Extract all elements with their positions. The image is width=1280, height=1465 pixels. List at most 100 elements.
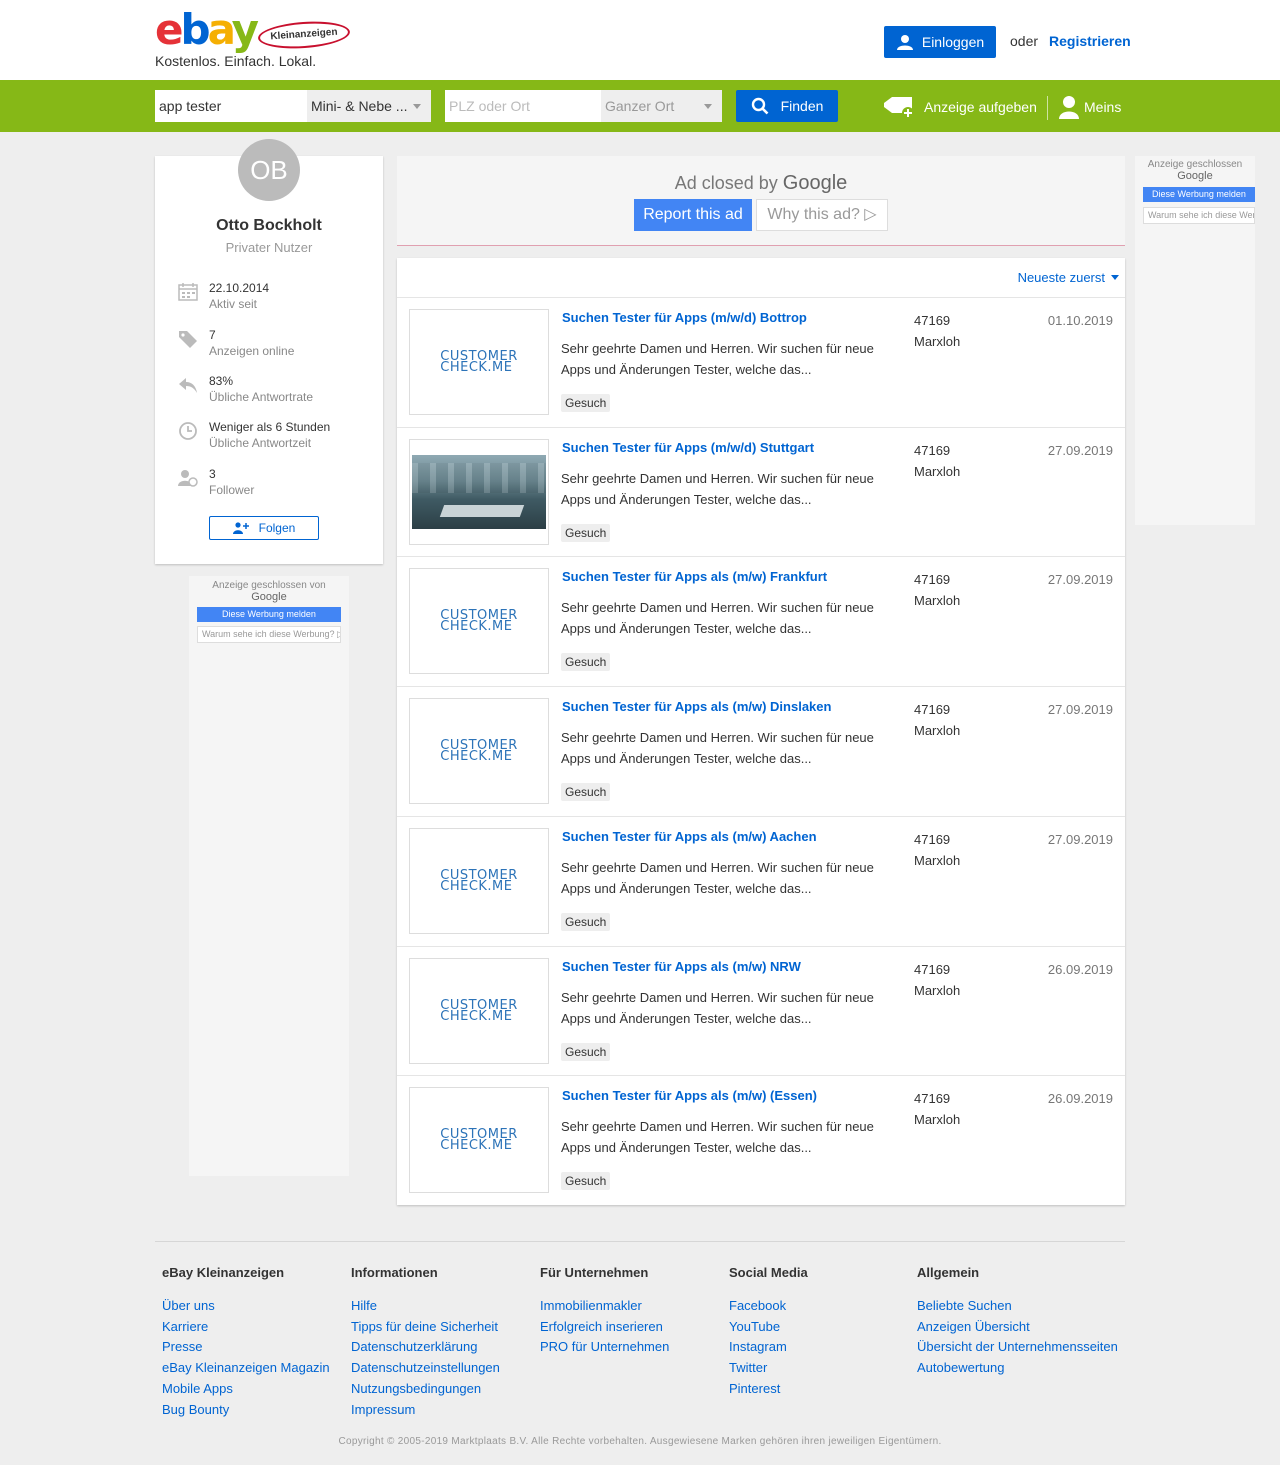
item-city: Marxloh (914, 464, 961, 479)
footer-link[interactable]: Autobewertung (917, 1358, 1118, 1379)
header-divider (1047, 96, 1048, 120)
list-item[interactable]: CUSTOMER CHECK.ME Suchen Tester für Apps a… (397, 816, 1125, 946)
footer-link[interactable]: Erfolgreich inserieren (540, 1317, 669, 1338)
footer-link[interactable]: Anzeigen Übersicht (917, 1317, 1118, 1338)
stat-value: 7 (209, 328, 216, 342)
footer-link[interactable]: Presse (162, 1337, 330, 1358)
footer-link[interactable]: Immobilienmakler (540, 1296, 669, 1317)
ad-closed-label: Ad closed by (674, 173, 778, 193)
account-label: Meins (1084, 99, 1122, 115)
copyright: Copyright © 2005-2019 Marktplaats B.V. A… (338, 1436, 942, 1447)
footer-link[interactable]: Beliebte Suchen (917, 1296, 1118, 1317)
account-link[interactable]: Meins (1058, 95, 1121, 119)
report-ad-button[interactable]: Diese Werbung melden (197, 607, 341, 622)
radius-select[interactable]: Ganzer Ort (601, 90, 722, 122)
why-ad-button[interactable]: Warum sehe ich diese Werbung? ▷ (197, 626, 341, 643)
google-label: Google (1177, 170, 1213, 182)
footer-link[interactable]: eBay Kleinanzeigen Magazin (162, 1358, 330, 1379)
item-title[interactable]: Suchen Tester für Apps als (m/w) NRW (562, 959, 801, 974)
footer-divider (155, 1241, 1125, 1242)
item-thumbnail[interactable]: CUSTOMER CHECK.ME (409, 828, 549, 934)
customercheck-logo: CUSTOMER CHECK.ME (440, 349, 518, 375)
report-ad-button[interactable]: Diese Werbung melden (1143, 187, 1255, 202)
or-text: oder (1010, 33, 1039, 49)
footer-link[interactable]: Instagram (729, 1337, 808, 1358)
stat-value: Weniger als 6 Stunden (209, 420, 331, 434)
post-ad-link[interactable]: Anzeige aufgeben (882, 95, 1037, 119)
footer-link[interactable]: Übersicht der Unternehmensseiten (917, 1337, 1118, 1358)
item-thumbnail[interactable]: CUSTOMER CHECK.ME (409, 958, 549, 1064)
item-description: Sehr geehrte Damen und Herren. Wir suche… (561, 471, 874, 507)
footer-column-title: Allgemein (917, 1265, 980, 1280)
item-title[interactable]: Suchen Tester für Apps als (m/w) Frankfu… (562, 569, 827, 584)
chevron-down-icon (704, 104, 712, 109)
item-description: Sehr geehrte Damen und Herren. Wir suche… (561, 730, 874, 766)
item-city: Marxloh (914, 853, 961, 868)
stat-label: Übliche Antwortzeit (209, 436, 312, 450)
footer-column-title: eBay Kleinanzeigen (162, 1265, 285, 1280)
google-label: Google (251, 591, 287, 603)
register-link[interactable]: Registrieren (1049, 33, 1131, 49)
footer-link[interactable]: Über uns (162, 1296, 330, 1317)
list-item[interactable]: CUSTOMER CHECK.ME Suchen Tester für Apps a… (397, 556, 1125, 686)
footer-link[interactable]: Twitter (729, 1358, 808, 1379)
footer-column-title: Für Unternehmen (540, 1265, 649, 1280)
find-button[interactable]: Finden (736, 90, 838, 122)
footer-link[interactable]: Nutzungsbedingungen (351, 1379, 500, 1400)
item-title[interactable]: Suchen Tester für Apps als (m/w) Aachen (562, 829, 817, 844)
item-thumbnail[interactable] (409, 439, 549, 545)
search-input[interactable]: app tester (155, 90, 307, 122)
stat-value: 83% (209, 374, 234, 388)
footer-link[interactable]: YouTube (729, 1317, 808, 1338)
follow-label: Folgen (258, 521, 296, 535)
search-icon (751, 97, 769, 115)
ebay-logo[interactable]: ebay (155, 8, 259, 52)
item-title[interactable]: Suchen Tester für Apps (m/w/d) Bottrop (562, 310, 807, 325)
login-button[interactable]: Einloggen (884, 26, 996, 58)
sort-dropdown[interactable]: Neueste zuerst (1018, 270, 1119, 285)
list-item[interactable]: CUSTOMER CHECK.ME Suchen Tester für Apps a… (397, 686, 1125, 816)
footer-link[interactable]: Mobile Apps (162, 1379, 330, 1400)
item-thumbnail[interactable]: CUSTOMER CHECK.ME (409, 1087, 549, 1193)
list-item[interactable]: CUSTOMER CHECK.ME Suchen Tester für Apps a… (397, 946, 1125, 1076)
footer-link[interactable]: Datenschutzeinstellungen (351, 1358, 500, 1379)
stat-value: 22.10.2014 (209, 281, 270, 295)
item-zip: 47169 (914, 832, 951, 847)
footer-link[interactable]: Tipps für deine Sicherheit (351, 1317, 500, 1338)
footer-link[interactable]: Datenschutzerklärung (351, 1337, 500, 1358)
item-title[interactable]: Suchen Tester für Apps als (m/w) (Essen) (562, 1088, 817, 1103)
list-item[interactable]: CUSTOMER CHECK.ME Suchen Tester für Apps (… (397, 297, 1125, 427)
top-ad-slot: Ad closed by Google Report this ad Why t… (397, 156, 1125, 246)
item-photo (412, 455, 546, 529)
list-item[interactable]: Suchen Tester für Apps (m/w/d) Stuttgart… (397, 427, 1125, 557)
footer-link[interactable]: Impressum (351, 1400, 500, 1421)
left-ad-slot: Anzeige geschlossen von Google Diese Wer… (189, 576, 349, 1176)
footer-column-title: Informationen (351, 1265, 438, 1280)
user-icon (896, 35, 913, 50)
item-thumbnail[interactable]: CUSTOMER CHECK.ME (409, 698, 549, 804)
login-label: Einloggen (921, 34, 985, 50)
footer-column: Für Unternehmen Immobilienmakler Erfolgrei… (540, 1265, 669, 1358)
item-title[interactable]: Suchen Tester für Apps (m/w/d) Stuttgart (562, 440, 814, 455)
item-thumbnail[interactable]: CUSTOMER CHECK.ME (409, 309, 549, 415)
footer-link[interactable]: Pinterest (729, 1379, 808, 1400)
calendar-icon (178, 283, 198, 301)
follow-button[interactable]: Folgen (209, 516, 319, 540)
why-ad-button[interactable]: Why this ad? ▷ (756, 199, 888, 231)
footer-link[interactable]: Facebook (729, 1296, 808, 1317)
report-ad-button[interactable]: Report this ad (634, 199, 752, 231)
stat-label: Aktiv seit (209, 297, 258, 311)
footer-link[interactable]: Karriere (162, 1317, 330, 1338)
why-ad-button[interactable]: Warum sehe ich diese Werbung? (1143, 207, 1255, 224)
footer-link[interactable]: Bug Bounty (162, 1400, 330, 1421)
customercheck-logo: CUSTOMER CHECK.ME (440, 608, 518, 634)
item-title[interactable]: Suchen Tester für Apps als (m/w) Dinslak… (562, 699, 831, 714)
location-input[interactable]: PLZ oder Ort (445, 90, 601, 122)
footer-link[interactable]: PRO für Unternehmen (540, 1337, 669, 1358)
footer-link[interactable]: Hilfe (351, 1296, 500, 1317)
footer-column: Allgemein Beliebte Suchen Anzeigen Übersic… (917, 1265, 1118, 1379)
item-thumbnail[interactable]: CUSTOMER CHECK.ME (409, 568, 549, 674)
item-description: Sehr geehrte Damen und Herren. Wir suche… (561, 860, 874, 896)
list-item[interactable]: CUSTOMER CHECK.ME Suchen Tester für Apps a… (397, 1075, 1125, 1205)
category-select[interactable]: Mini- & Nebe ... (307, 90, 431, 122)
